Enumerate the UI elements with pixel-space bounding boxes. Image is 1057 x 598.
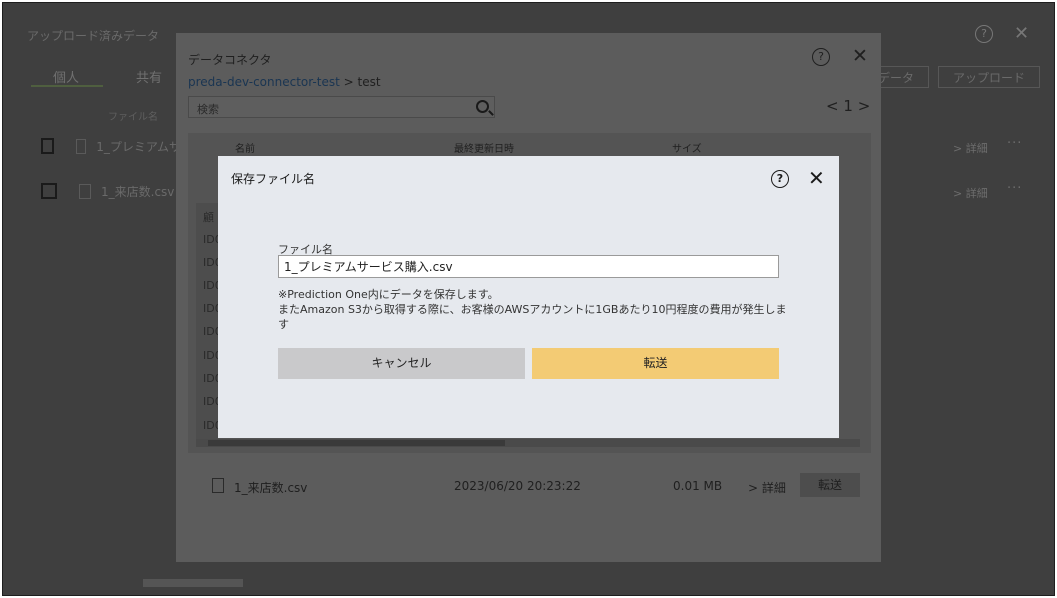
column-header-modified: 最終更新日時 (454, 144, 514, 155)
file-name: 1_来店数.csv (234, 481, 308, 495)
more-icon: ··· (1007, 136, 1023, 151)
preview-cell: 顧 (203, 211, 214, 224)
detail-link: > 詳細 (953, 142, 988, 155)
app-title: アップロード済みデータ (27, 29, 160, 43)
file-modified: 2023/06/20 20:23:22 (454, 479, 581, 493)
breadcrumb-current: test (357, 75, 381, 89)
dialog-title: 保存ファイル名 (231, 172, 316, 186)
cancel-button[interactable]: キャンセル (278, 348, 525, 379)
file-icon (76, 138, 87, 154)
close-icon: ✕ (852, 45, 868, 67)
save-file-name-dialog: 保存ファイル名 ? ✕ ファイル名 ※Prediction One内にデータを保… (218, 156, 839, 438)
checkbox (41, 183, 57, 199)
file-name-column-header: ファイル名 (108, 112, 158, 123)
pager: < 1 > (826, 97, 870, 115)
column-header-size: サイズ (672, 144, 702, 155)
note-text: す (278, 318, 289, 331)
checkbox (41, 138, 55, 154)
question-circle-icon: ? (812, 48, 830, 66)
active-tab-indicator (31, 85, 103, 87)
connector-dialog-title: データコネクタ (188, 53, 272, 67)
breadcrumb: preda-dev-connector-test > test (188, 75, 381, 89)
more-icon: ··· (1007, 181, 1023, 196)
bottom-bar (143, 579, 243, 587)
transfer-button: 転送 (800, 473, 860, 497)
scrollbar-thumb (208, 440, 505, 446)
detail-link: > 詳細 (953, 187, 988, 200)
search-icon (476, 100, 489, 113)
horizontal-scrollbar (196, 439, 860, 447)
file-name: 1_来店数.csv (101, 184, 175, 199)
page-number: 1 (843, 97, 853, 115)
file-name: 1_プレミアムサ (96, 139, 181, 154)
tab-shared: 共有 (136, 71, 163, 86)
detail-link: > 詳細 (748, 481, 786, 495)
file-icon (79, 183, 91, 199)
close-icon: ✕ (1014, 23, 1030, 44)
file-row: 1_プレミアムサ (41, 136, 181, 156)
question-circle-icon[interactable]: ? (771, 170, 789, 188)
question-circle-icon: ? (975, 25, 993, 43)
tab-personal: 個人 (53, 71, 80, 86)
file-row: 1_来店数.csv (41, 181, 181, 201)
note-text: またAmazon S3から取得する際に、お客様のAWSアカウントに1GBあたり1… (278, 303, 787, 316)
transfer-button[interactable]: 転送 (532, 348, 779, 379)
file-row: 1_来店数.csv 2023/06/20 20:23:22 0.01 MB > … (188, 463, 871, 507)
next-page-icon: > (857, 97, 871, 115)
breadcrumb-separator: > (339, 75, 358, 89)
file-size: 0.01 MB (673, 479, 723, 493)
close-icon[interactable]: ✕ (808, 166, 825, 190)
search-placeholder: 検索 (197, 103, 219, 116)
file-icon (212, 478, 224, 493)
breadcrumb-link: preda-dev-connector-test (188, 75, 340, 89)
upload-button: アップロード (938, 66, 1041, 88)
file-name-input[interactable] (278, 255, 779, 278)
note-text: ※Prediction One内にデータを保存します。 (278, 288, 499, 301)
search-input: 検索 (188, 96, 495, 118)
prev-page-icon: < (826, 97, 839, 115)
column-header-name: 名前 (235, 144, 255, 155)
